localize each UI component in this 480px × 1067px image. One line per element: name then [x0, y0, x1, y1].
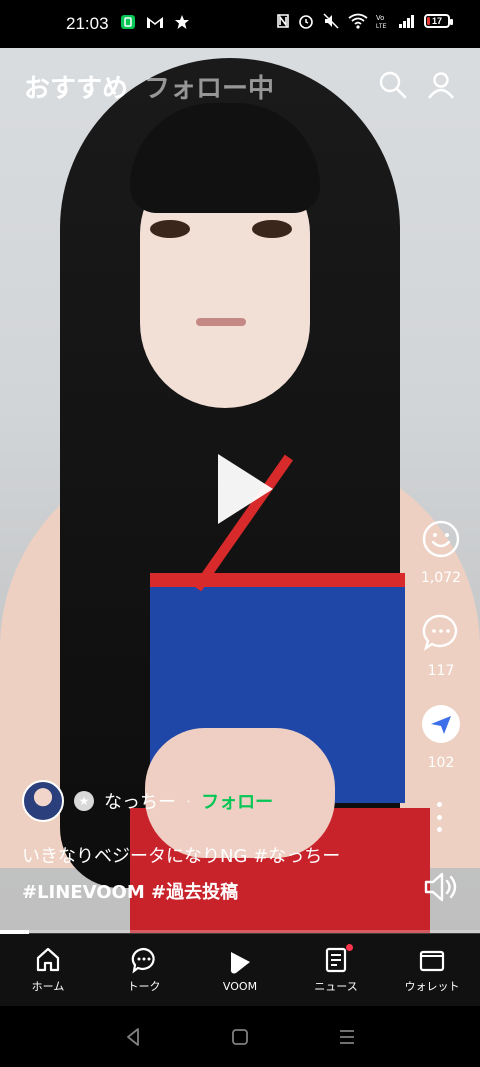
nav-wallet-label: ウォレット	[404, 980, 460, 993]
news-notification-dot	[346, 944, 353, 951]
svg-text:LTE: LTE	[376, 24, 387, 29]
home-button-icon[interactable]	[228, 1025, 252, 1049]
video-figure-mouth	[196, 318, 246, 326]
news-icon	[325, 947, 347, 973]
share-icon[interactable]	[422, 705, 460, 743]
video-figure-eye	[252, 220, 292, 238]
tab-following[interactable]: フォロー中	[144, 68, 274, 105]
author-row: ★ なっちー · フォロー	[22, 780, 273, 822]
gmail-icon	[147, 17, 163, 28]
alarm-icon	[299, 15, 313, 29]
line-notification-icon	[121, 15, 135, 29]
nav-voom-label: VOOM	[222, 979, 258, 993]
follow-button[interactable]: フォロー	[201, 788, 273, 814]
separator: ·	[186, 791, 192, 811]
home-icon	[36, 947, 60, 972]
status-system-icons: Vo LTE 17	[276, 13, 453, 29]
nfc-icon	[277, 14, 289, 28]
nav-news-label: ニュース	[314, 980, 358, 993]
search-icon[interactable]	[378, 70, 408, 100]
post-hashtags[interactable]: #LINEVOOM #過去投稿	[22, 878, 238, 904]
video-figure-top-band	[150, 573, 405, 587]
svg-text:Vo: Vo	[376, 15, 384, 22]
nav-voom[interactable]: VOOM	[192, 934, 288, 1006]
video-figure-eye	[150, 220, 190, 238]
status-time: 21:03	[66, 14, 109, 33]
battery-level: 17	[431, 16, 442, 26]
back-icon[interactable]	[121, 1025, 145, 1049]
bottom-nav: ホーム トーク VOOM ニュース ウォレット	[0, 934, 480, 1006]
share-count: 102	[427, 755, 455, 771]
like-count: 1,072	[420, 570, 462, 586]
tab-recommended[interactable]: おすすめ	[24, 68, 128, 105]
wifi-icon	[348, 13, 368, 29]
like-action[interactable]: 1,072	[416, 520, 466, 586]
wallet-icon	[419, 950, 445, 972]
recents-icon[interactable]	[335, 1025, 359, 1049]
profile-icon[interactable]	[426, 70, 456, 100]
volte-icon: Vo LTE	[376, 15, 387, 29]
author-name[interactable]: なっちー	[104, 788, 176, 814]
feed-tabs: おすすめ フォロー中	[24, 68, 274, 105]
comment-count: 117	[427, 663, 455, 679]
system-nav-bar	[0, 1006, 480, 1067]
nav-talk-label: トーク	[127, 980, 161, 993]
nav-news[interactable]: ニュース	[288, 934, 384, 1006]
battery-icon: 17	[424, 14, 453, 28]
official-badge-icon: ★	[74, 791, 94, 811]
star-icon	[175, 15, 189, 29]
voom-icon	[230, 951, 250, 973]
mute-icon	[323, 13, 339, 29]
comment-action[interactable]: 117	[416, 613, 466, 679]
more-options-icon[interactable]	[432, 802, 446, 832]
nav-home[interactable]: ホーム	[0, 934, 96, 1006]
sound-icon[interactable]	[422, 868, 460, 906]
share-action[interactable]: 102	[416, 705, 466, 771]
battery-level-fill	[427, 17, 430, 25]
nav-wallet[interactable]: ウォレット	[384, 934, 480, 1006]
play-button[interactable]	[218, 454, 273, 524]
avatar[interactable]	[22, 780, 64, 822]
nav-talk[interactable]: トーク	[96, 934, 192, 1006]
chat-icon	[131, 947, 155, 974]
comment-icon[interactable]	[422, 613, 460, 651]
status-notification-icons	[120, 14, 190, 30]
post-caption[interactable]: いきなりベジータになりNG #なっちー	[22, 842, 340, 868]
signal-icon	[399, 15, 414, 28]
status-bar: 21:03 Vo LTE 17	[0, 0, 480, 48]
nav-home-label: ホーム	[31, 980, 65, 993]
smile-icon[interactable]	[422, 520, 460, 558]
